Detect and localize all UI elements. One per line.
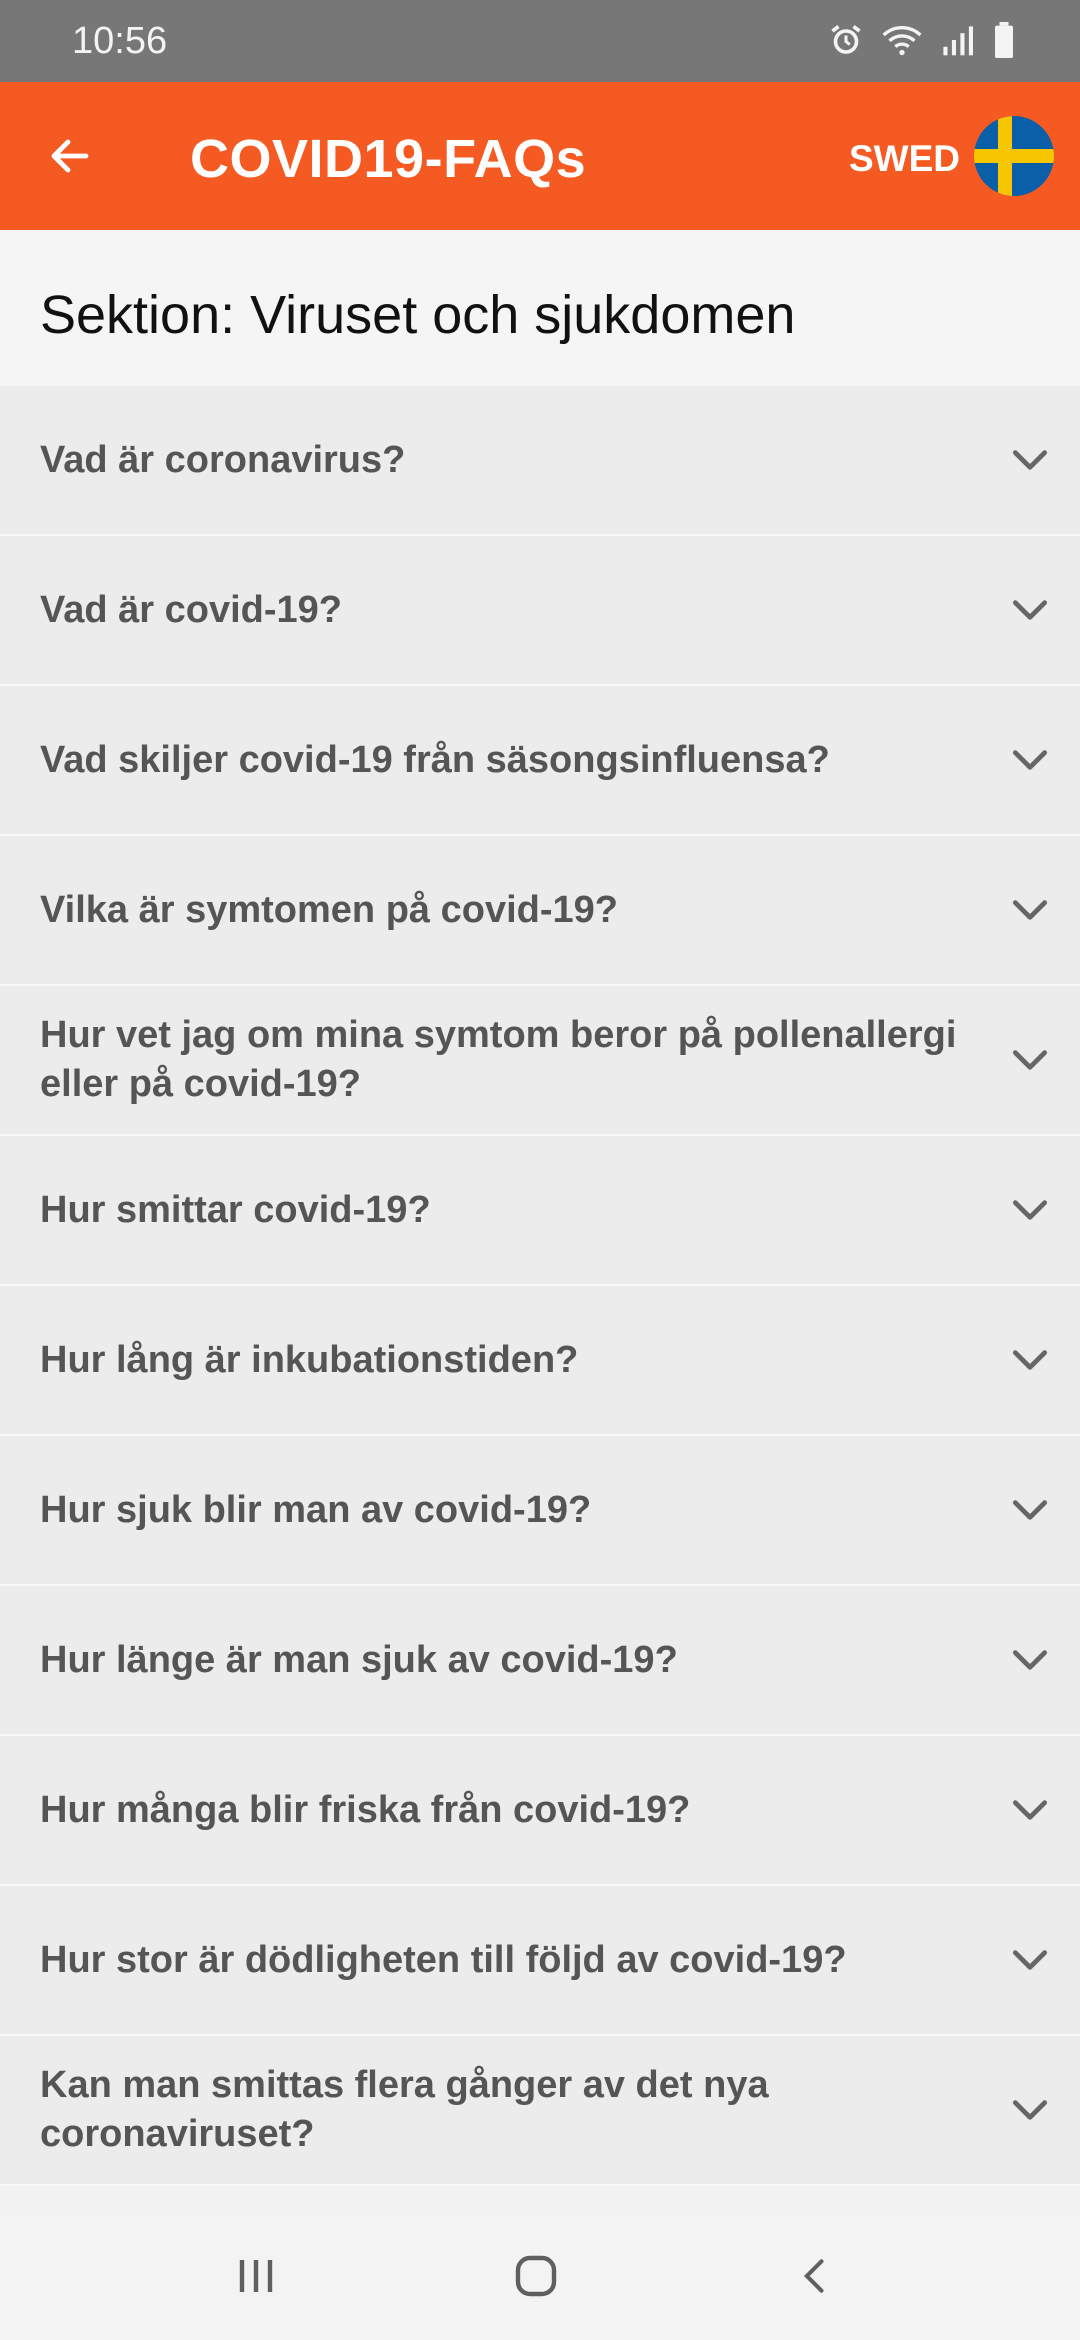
faq-question: Hur lång är inkubationstiden? [40, 1338, 579, 1381]
chevron-down-icon[interactable] [1008, 888, 1052, 932]
faq-question: Vad är coronavirus? [40, 438, 406, 481]
chevron-down-icon[interactable] [1008, 1788, 1052, 1832]
faq-item[interactable]: Vad skiljer covid-19 från säsongsinfluen… [0, 686, 1080, 836]
language-label[interactable]: SWED [849, 138, 960, 180]
home-button[interactable] [496, 2246, 576, 2306]
home-icon [515, 2255, 557, 2297]
faq-question: Vilka är symtomen på covid-19? [40, 888, 618, 931]
chevron-down-icon[interactable] [1008, 1338, 1052, 1382]
arrow-left-icon [51, 139, 89, 173]
faq-question: Kan man smittas flera gånger av det nya … [40, 2064, 769, 2155]
signal-icon [943, 26, 973, 56]
faq-item[interactable]: Hur länge är man sjuk av covid-19? [0, 1586, 1080, 1736]
faq-question: Hur vet jag om mina symtom beror på poll… [40, 1014, 957, 1105]
chevron-down-icon[interactable] [1008, 1188, 1052, 1232]
chevron-down-icon[interactable] [1008, 1638, 1052, 1682]
faq-item[interactable]: Vad är coronavirus? [0, 386, 1080, 536]
section-title: Sektion: Viruset och sjukdomen [40, 285, 796, 345]
chevron-down-icon[interactable] [1008, 2088, 1052, 2132]
faq-item[interactable]: Hur stor är dödligheten till följd av co… [0, 1886, 1080, 2036]
faq-list: Vad är coronavirus? Vad är covid-19? Vad… [0, 386, 1080, 2186]
faq-item[interactable]: Hur vet jag om mina symtom beror på poll… [0, 986, 1080, 1136]
recent-apps-button[interactable] [216, 2246, 296, 2306]
status-time: 10:56 [72, 20, 168, 62]
faq-question: Hur många blir friska från covid-19? [40, 1788, 691, 1831]
faq-item[interactable]: Hur många blir friska från covid-19? [0, 1736, 1080, 1886]
sweden-flag-icon[interactable] [974, 116, 1054, 196]
app-title: COVID19-FAQs [190, 129, 587, 189]
faq-item[interactable]: Hur smittar covid-19? [0, 1136, 1080, 1286]
faq-question: Vad skiljer covid-19 från säsongsinfluen… [40, 738, 830, 781]
recent-apps-icon [239, 2260, 273, 2292]
chevron-down-icon[interactable] [1008, 1938, 1052, 1982]
faq-question: Hur smittar covid-19? [40, 1188, 431, 1231]
navigation-bar [0, 2212, 1080, 2340]
wifi-icon [882, 26, 922, 56]
faq-question: Vad är covid-19? [40, 588, 343, 631]
back-nav-button[interactable] [776, 2246, 856, 2306]
faq-item[interactable]: Hur sjuk blir man av covid-19? [0, 1436, 1080, 1586]
section-header: Sektion: Viruset och sjukdomen [0, 230, 1080, 386]
chevron-down-icon[interactable] [1008, 438, 1052, 482]
faq-item[interactable]: Vad är covid-19? [0, 536, 1080, 686]
back-chevron-icon [803, 2259, 824, 2293]
chevron-down-icon[interactable] [1008, 588, 1052, 632]
faq-item[interactable]: Kan man smittas flera gånger av det nya … [0, 2036, 1080, 2186]
faq-question: Hur sjuk blir man av covid-19? [40, 1488, 592, 1531]
faq-question: Hur stor är dödligheten till följd av co… [40, 1938, 847, 1981]
faq-question: Hur länge är man sjuk av covid-19? [40, 1638, 678, 1681]
faq-item[interactable]: Vilka är symtomen på covid-19? [0, 836, 1080, 986]
faq-item[interactable]: Hur lång är inkubationstiden? [0, 1286, 1080, 1436]
chevron-down-icon[interactable] [1008, 738, 1052, 782]
back-button[interactable] [28, 120, 112, 192]
alarm-icon [831, 25, 861, 54]
chevron-down-icon[interactable] [1008, 1488, 1052, 1532]
app-bar: COVID19-FAQs SWED [0, 82, 1080, 230]
status-icons [828, 22, 1016, 58]
battery-icon [995, 22, 1013, 58]
chevron-down-icon[interactable] [1008, 1038, 1052, 1082]
status-bar: 10:56 [0, 0, 1080, 82]
